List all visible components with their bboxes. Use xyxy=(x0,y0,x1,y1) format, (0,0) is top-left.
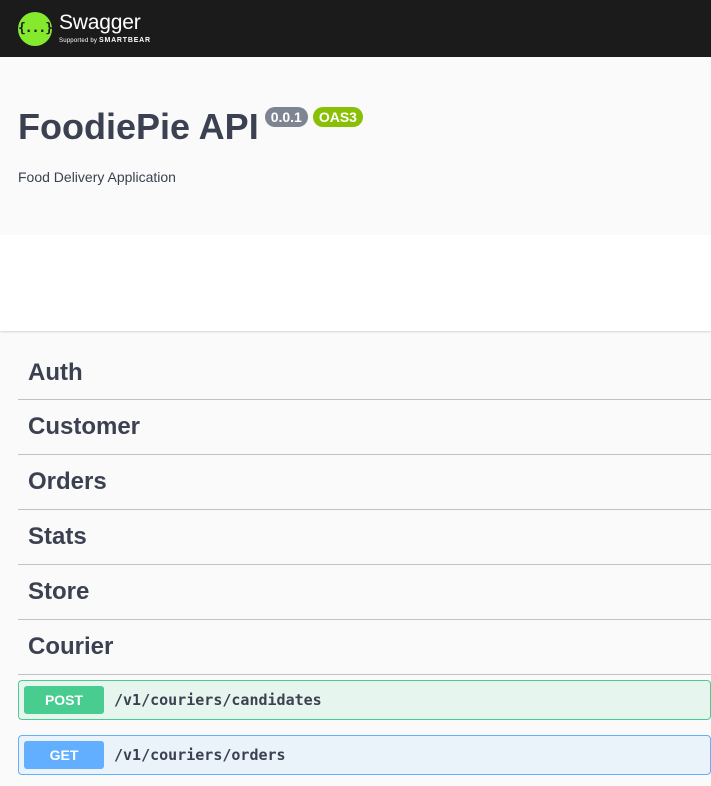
logo-sub-prefix: Supported by xyxy=(59,37,98,44)
tag-store[interactable]: Store xyxy=(18,565,711,620)
oas-badge: OAS3 xyxy=(312,107,363,127)
logo-sub-brand: SMARTBEAR xyxy=(98,36,151,44)
operation-path: /v1/couriers/candidates xyxy=(114,691,322,709)
tag-customer[interactable]: Customer xyxy=(18,400,711,455)
logo-subtitle: Supported by SMARTBEAR xyxy=(59,37,151,44)
swagger-logo-link[interactable]: {...} Swagger Supported by SMARTBEAR xyxy=(18,10,151,46)
operation-get-couriers-orders[interactable]: GET /v1/couriers/orders xyxy=(18,735,711,775)
tag-stats[interactable]: Stats xyxy=(18,510,711,565)
method-badge: POST xyxy=(24,686,104,714)
title-row: FoodiePie API 0.0.1 OAS3 xyxy=(18,107,363,147)
operations-list: Auth Customer Orders Stats Store Courier… xyxy=(0,331,711,775)
version-badge: 0.0.1 xyxy=(264,107,308,127)
logo-text: Swagger Supported by SMARTBEAR xyxy=(59,10,151,44)
logo-name: Swagger xyxy=(59,10,141,34)
scheme-container xyxy=(0,235,711,331)
tag-orders[interactable]: Orders xyxy=(18,455,711,510)
description: Food Delivery Application xyxy=(18,169,176,185)
operation-post-couriers-candidates[interactable]: POST /v1/couriers/candidates xyxy=(18,680,711,720)
api-info: FoodiePie API 0.0.1 OAS3 Food Delivery A… xyxy=(0,57,711,235)
operation-path: /v1/couriers/orders xyxy=(114,746,286,764)
swagger-logo-icon: {...} xyxy=(18,11,53,46)
page-title: FoodiePie API xyxy=(18,106,259,147)
tag-courier[interactable]: Courier xyxy=(18,620,711,675)
topbar: {...} Swagger Supported by SMARTBEAR xyxy=(0,0,711,57)
tag-auth[interactable]: Auth xyxy=(18,346,711,400)
method-badge: GET xyxy=(24,741,104,769)
